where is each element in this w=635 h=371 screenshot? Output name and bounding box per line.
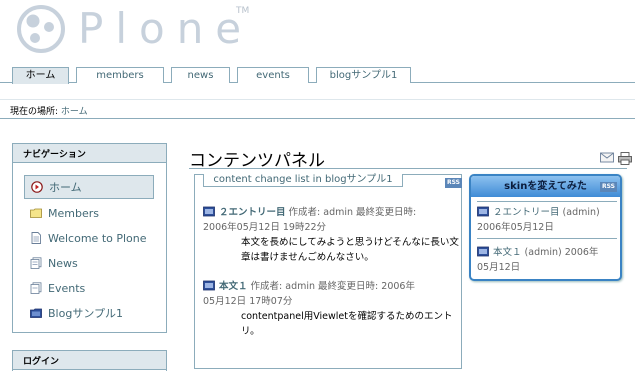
skin-item-date: 05月12日 <box>477 262 521 273</box>
blog-entry-icon <box>203 206 215 217</box>
content-panel-tab[interactable]: content change list in blogサンプル1 <box>203 174 403 187</box>
skin-panel-divider <box>477 238 617 239</box>
tab-home[interactable]: ホーム <box>12 67 69 84</box>
skin-item-date: 2006年05月12日 <box>477 222 554 233</box>
content-panel: content change list in blogサンプル1 RSS ２エン… <box>194 174 462 369</box>
panel-entry: ２エントリー目 作成者: admin 最終変更日時: 2006年05月12日 1… <box>203 205 459 265</box>
logo-wordmark: Plone <box>78 4 254 53</box>
entry-body: リ。 <box>241 326 260 337</box>
skin-panel-header: skinを変えてみた <box>471 176 620 197</box>
nav-item-label: Blogサンプル1 <box>48 307 123 320</box>
blog-entry-icon <box>477 206 489 217</box>
entry-body: contentpanel用Viewletを確認するためのエント <box>241 311 453 322</box>
plone-logo-icon <box>17 5 65 53</box>
blog-entry-icon <box>203 280 215 291</box>
login-portlet: ログイン <box>12 350 167 371</box>
nav-item-members[interactable]: Members <box>24 201 154 225</box>
tab-label: news <box>187 70 214 81</box>
skin-panel-divider <box>477 201 617 202</box>
skin-panel: skinを変えてみた RSS ２エントリー目 (admin) 2006年05月1… <box>469 174 622 281</box>
navigation-portlet-header: ナビゲーション <box>13 144 166 163</box>
print-icon[interactable] <box>618 152 632 165</box>
document-icon <box>31 232 41 244</box>
entry-title-link[interactable]: 本文１ <box>219 281 248 292</box>
tab-news[interactable]: news <box>171 67 230 83</box>
nav-item-home[interactable]: ホーム <box>24 175 154 199</box>
tab-label: members <box>96 70 144 81</box>
title-divider <box>189 168 627 169</box>
entry-date: 2006年05月12日 19時22分 <box>203 222 327 233</box>
skin-item-author: (admin) <box>562 207 600 218</box>
rss-icon[interactable]: RSS <box>445 178 462 188</box>
skin-panel-item: 本文１ (admin) 2006年 05月12日 <box>477 245 619 275</box>
folder-icon <box>30 208 42 218</box>
nav-item-label: ホーム <box>49 181 82 194</box>
breadcrumb: 現在の場所: ホーム <box>0 99 635 119</box>
nav-item-welcome[interactable]: Welcome to Plone <box>24 226 154 250</box>
nav-item-events[interactable]: Events <box>24 276 154 300</box>
breadcrumb-home-link[interactable]: ホーム <box>61 107 88 117</box>
tab-members[interactable]: members <box>76 67 164 83</box>
home-icon <box>31 181 43 193</box>
events-icon <box>30 282 42 294</box>
nav-item-blog[interactable]: Blogサンプル1 <box>24 301 154 325</box>
panel-entry: 本文１ 作成者: admin 最終変更日時: 2006年 05月12日 17時0… <box>203 279 459 339</box>
skin-panel-item: ２エントリー目 (admin) 2006年05月12日 <box>477 205 619 235</box>
global-nav-tabs: ホーム members news events blogサンプル1 <box>0 66 635 84</box>
entry-meta: 作成者: admin 最終変更日時: <box>288 207 417 218</box>
login-portlet-header: ログイン <box>13 351 166 370</box>
entry-body: 章は書けませんごめんなさい。 <box>241 252 374 263</box>
blog-icon <box>30 308 42 318</box>
nav-item-label: News <box>48 256 78 270</box>
nav-item-label: Events <box>48 281 86 295</box>
tab-label: ホーム <box>25 70 56 81</box>
tab-blog[interactable]: blogサンプル1 <box>316 67 411 83</box>
tab-label: blogサンプル1 <box>329 70 398 81</box>
breadcrumb-prefix: 現在の場所: <box>10 107 59 117</box>
nav-item-label: Members <box>48 206 99 220</box>
entry-meta: 作成者: admin 最終変更日時: 2006年 <box>250 281 415 292</box>
skin-item-title-link[interactable]: ２エントリー目 <box>493 207 560 218</box>
logo-trademark: TM <box>236 6 250 16</box>
skin-item-author: (admin) 2006年 <box>524 247 599 258</box>
navigation-portlet: ナビゲーション ホーム Members Welcome to Plone New… <box>12 143 167 333</box>
nav-item-news[interactable]: News <box>24 251 154 275</box>
rss-icon[interactable]: RSS <box>600 182 617 192</box>
nav-item-label: Welcome to Plone <box>48 231 147 245</box>
entry-body: 本文を長めにしてみようと思うけどそんなに長い文 <box>241 237 459 248</box>
news-icon <box>30 257 42 269</box>
tab-label: events <box>256 70 290 81</box>
mail-icon[interactable] <box>600 152 614 163</box>
entry-title-link[interactable]: ２エントリー目 <box>219 207 286 218</box>
plone-logo[interactable]: Plone <box>16 3 253 55</box>
entry-date: 05月12日 17時07分 <box>203 296 293 307</box>
tab-events[interactable]: events <box>237 67 309 83</box>
blog-entry-icon <box>477 246 489 257</box>
document-actions <box>600 152 632 165</box>
skin-item-title-link[interactable]: 本文１ <box>493 247 522 258</box>
